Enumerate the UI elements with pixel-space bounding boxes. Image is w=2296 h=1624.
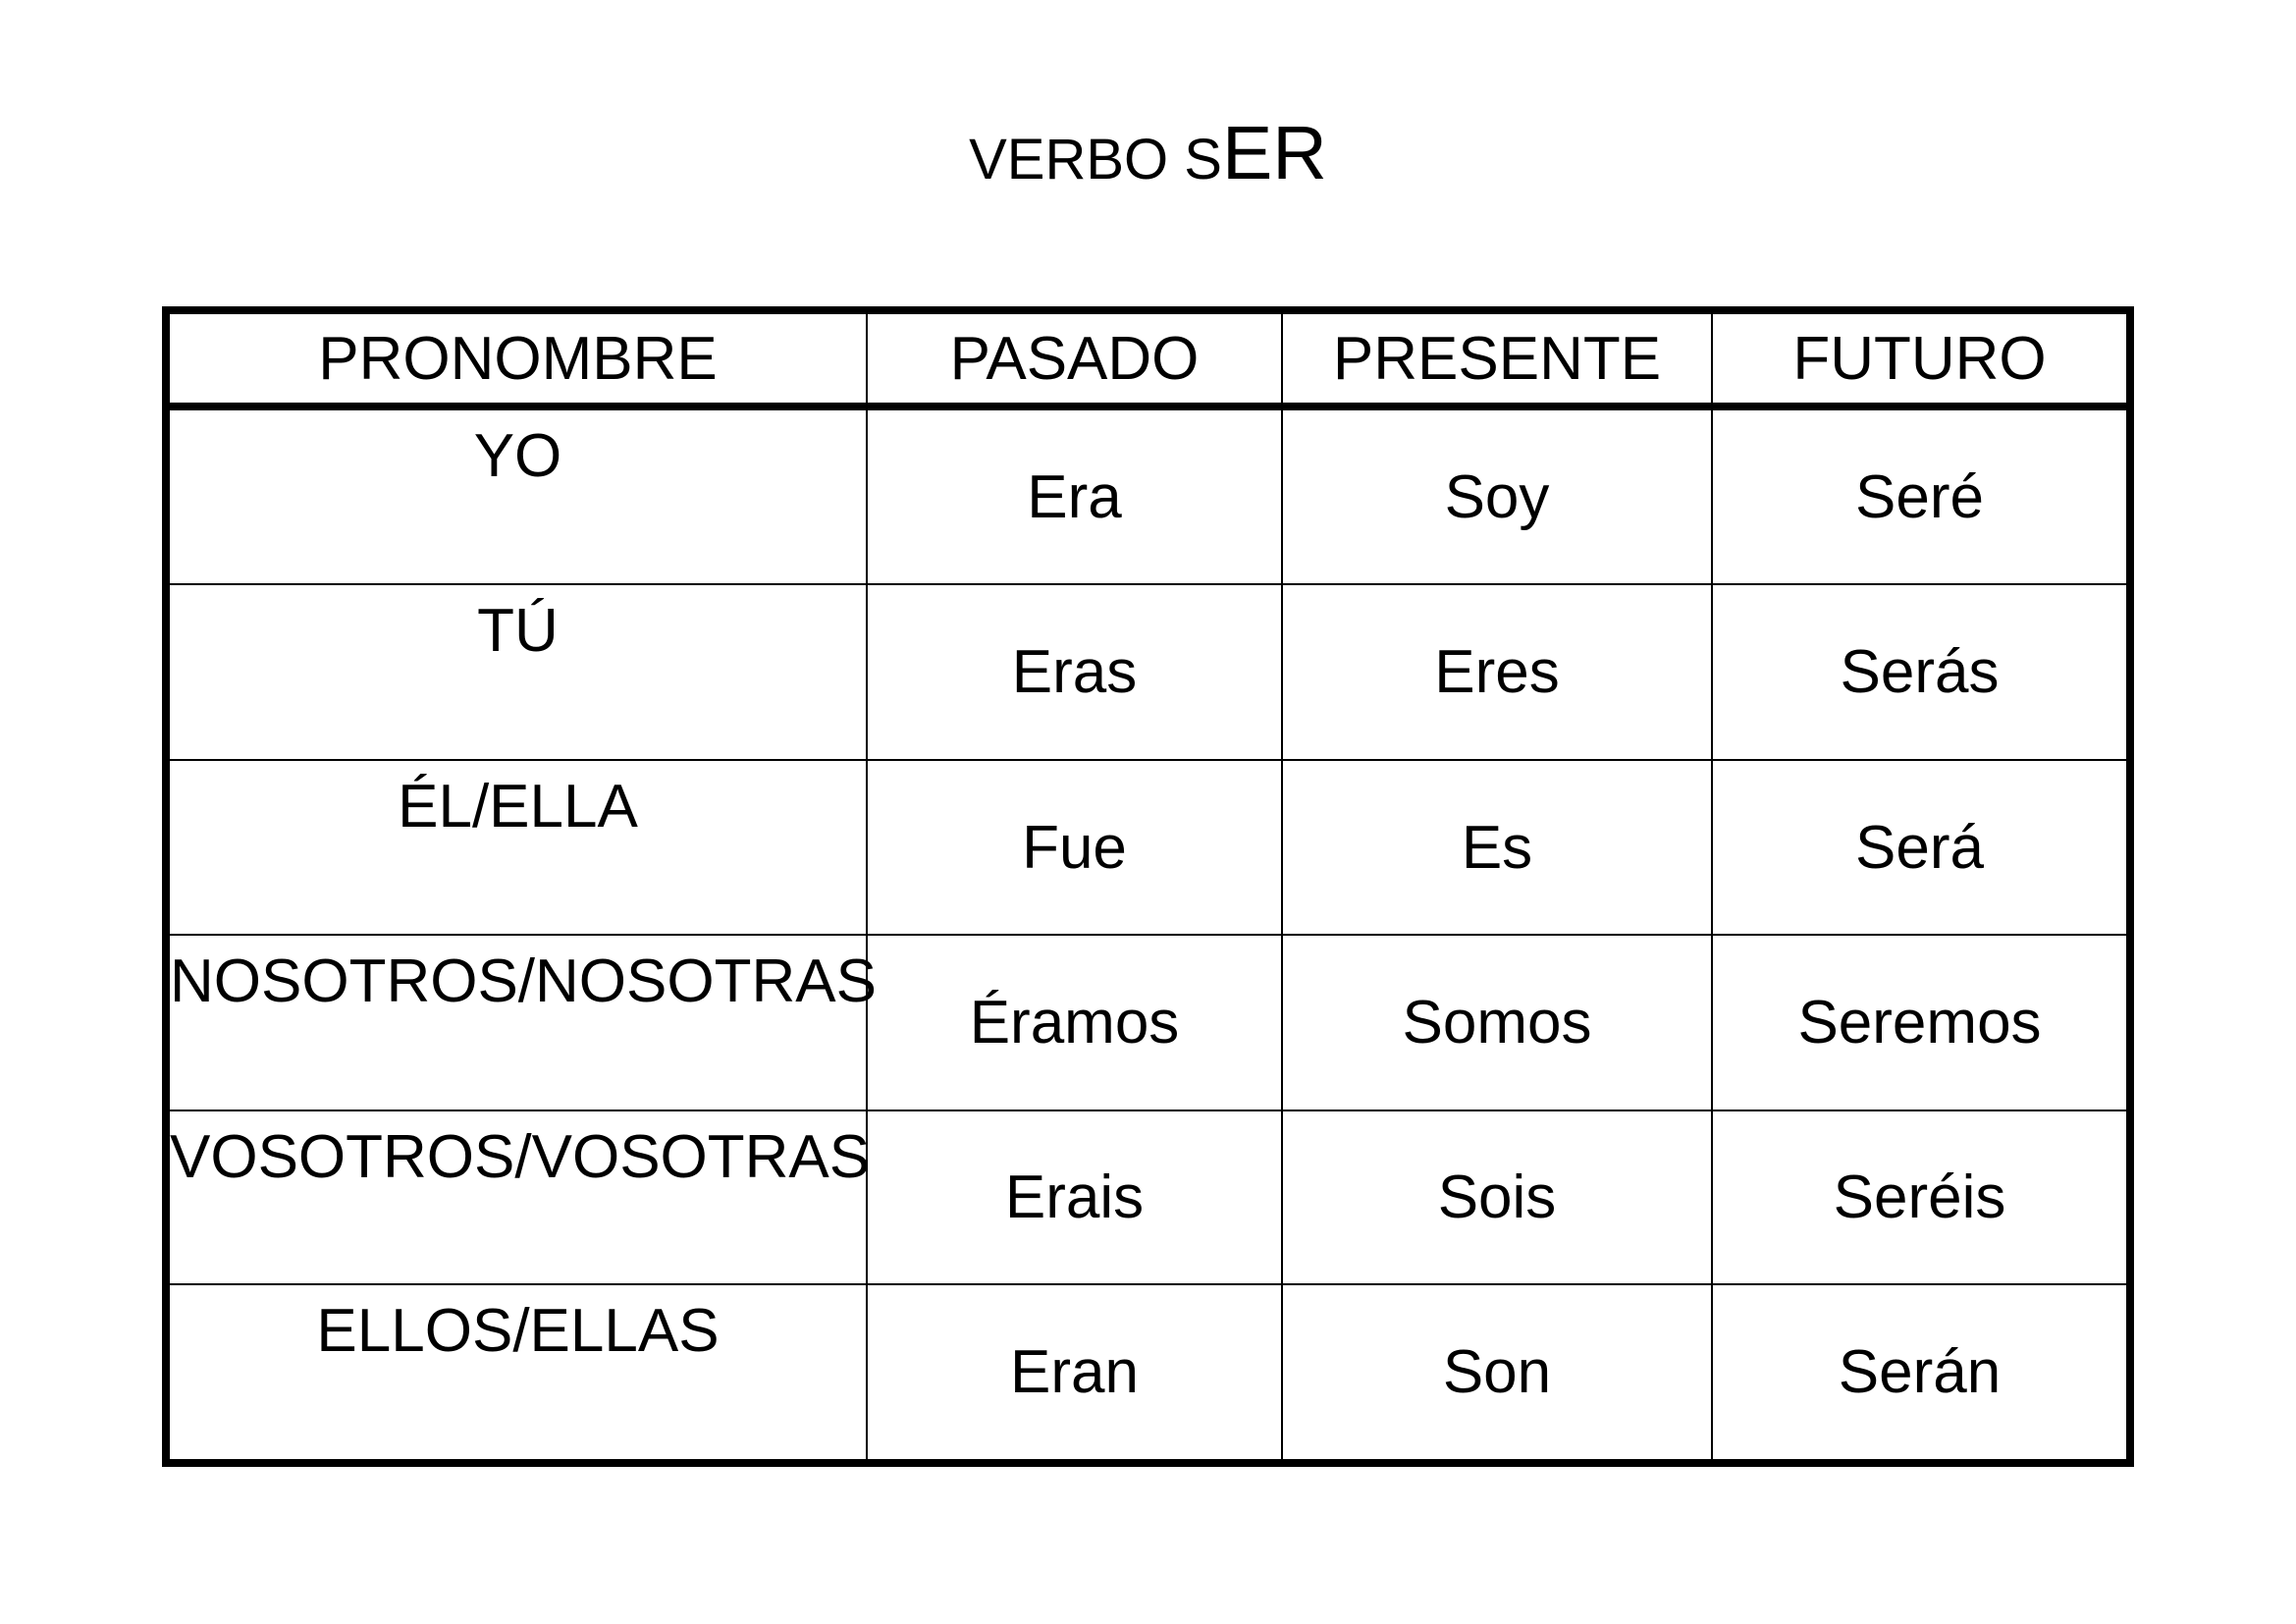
pronoun-cell: ELLOS/ELLAS xyxy=(316,1297,720,1365)
verb-cell-futuro: Seré xyxy=(1855,462,1984,531)
verb-cell-presente: Es xyxy=(1461,813,1533,882)
verb-cell-pasado: Era xyxy=(1027,462,1122,531)
verb-cell-pasado: Fue xyxy=(1022,813,1127,882)
verb-cell-futuro: Serás xyxy=(1840,638,2000,706)
verb-cell-presente: Eres xyxy=(1434,638,1560,706)
pronoun-cell: ÉL/ELLA xyxy=(398,773,638,840)
column-header-pasado: PASADO xyxy=(949,324,1200,393)
pronoun-cell: VOSOTROS/VOSOTRAS xyxy=(170,1123,871,1191)
pronoun-cell: YO xyxy=(473,422,562,490)
column-header-futuro: FUTURO xyxy=(1792,324,2047,393)
verb-cell-presente: Sois xyxy=(1437,1164,1557,1231)
verb-cell-pasado: Erais xyxy=(1004,1164,1145,1231)
pronoun-cell: TÚ xyxy=(477,597,559,665)
verb-cell-pasado: Eras xyxy=(1011,638,1138,706)
verb-cell-futuro: Seremos xyxy=(1797,989,2042,1056)
title-prefix: VERBO S xyxy=(969,128,1222,191)
verb-cell-futuro: Seréis xyxy=(1833,1164,2006,1231)
verb-cell-pasado: Éramos xyxy=(969,989,1180,1056)
verb-cell-futuro: Será xyxy=(1855,813,1984,882)
verb-cell-presente: Soy xyxy=(1444,462,1550,531)
verb-cell-presente: Son xyxy=(1442,1338,1552,1406)
pronoun-cell: NOSOTROS/NOSOTRAS xyxy=(170,947,877,1015)
column-header-presente: PRESENTE xyxy=(1332,324,1662,393)
verb-cell-presente: Somos xyxy=(1402,989,1592,1056)
verb-cell-pasado: Eran xyxy=(1010,1338,1139,1406)
header-divider xyxy=(170,403,2126,410)
conjugation-table: PRONOMBRE PASADO PRESENTE FUTURO YO Era Soy Ser… xyxy=(162,306,2134,1467)
column-header-pronombre: PRONOMBRE xyxy=(318,324,718,393)
verb-cell-futuro: Serán xyxy=(1838,1338,2002,1406)
title-suffix: ER xyxy=(1221,111,1327,195)
page-title: VERBO SER xyxy=(0,116,2296,191)
